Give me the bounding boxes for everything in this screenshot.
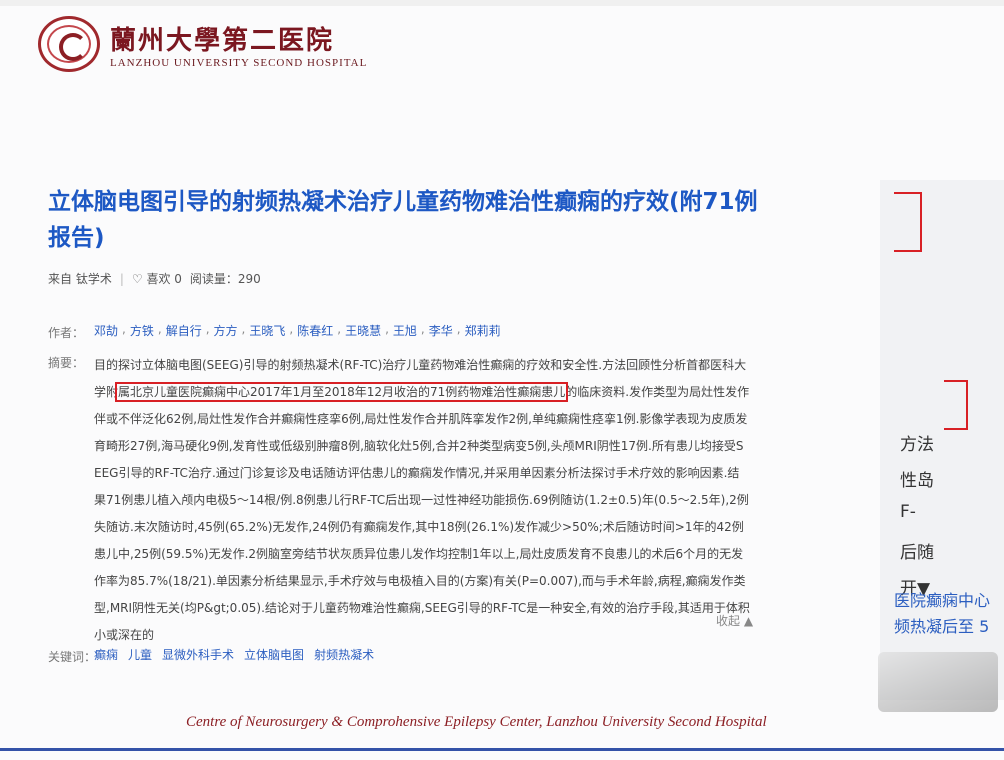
author-link[interactable]: 解自行 xyxy=(166,322,202,339)
side-text: 方法 xyxy=(900,435,934,455)
side-text: 性岛 xyxy=(900,471,934,491)
keyword-link[interactable]: 立体脑电图 xyxy=(244,646,304,663)
author-link[interactable]: 邓劼 xyxy=(94,322,118,339)
author-link[interactable]: 王晓飞 xyxy=(249,322,285,339)
author-link[interactable]: 方铁 xyxy=(130,322,154,339)
logo-english-name: LANZHOU UNIVERSITY SECOND HOSPITAL xyxy=(110,56,368,69)
keyword-link[interactable]: 癫痫 xyxy=(94,646,118,663)
keyword-link[interactable]: 射频热凝术 xyxy=(314,646,374,663)
authors-list: 邓劼, 方铁, 解自行, 方方, 王晓飞, 陈春红, 王晓慧, 王旭, 李华, … xyxy=(94,322,501,339)
slide-footer: Centre of Neurosurgery & Comprohensive E… xyxy=(0,710,1004,740)
slide: 蘭州大學第二医院 LANZHOU UNIVERSITY SECOND HOSPI… xyxy=(0,0,1004,760)
author-link[interactable]: 王旭 xyxy=(393,322,417,339)
keyword-link[interactable]: 显微外科手术 xyxy=(162,646,234,663)
chevron-up-icon: ▲ xyxy=(743,614,754,628)
hospital-seal-icon xyxy=(38,16,100,72)
article-title[interactable]: 立体脑电图引导的射频热凝术治疗儿童药物难治性癫痫的疗效(附71例报告) xyxy=(48,184,768,256)
logo-chinese-name: 蘭州大學第二医院 xyxy=(110,25,335,56)
highlight-box xyxy=(894,192,922,252)
footer-caption: Centre of Neurosurgery & Comprohensive E… xyxy=(186,714,767,730)
highlight-box xyxy=(944,380,968,430)
watermark-image xyxy=(878,652,998,712)
collapse-button[interactable]: 收起 ▲ xyxy=(716,612,753,629)
side-text: F- xyxy=(900,502,916,522)
article-card: 立体脑电图引导的射频热凝术治疗儿童药物难治性癫痫的疗效(附71例报告) 来自 钛… xyxy=(40,170,840,690)
related-link[interactable]: 医院癫痫中心 频热凝后至 5 xyxy=(894,588,1004,640)
abstract-post: 的临床资料.发作类型为局灶性发作伴或不伴泛化62例,局灶性发作合并癫痫性痉挛6例… xyxy=(94,385,750,642)
author-link[interactable]: 方方 xyxy=(214,322,238,339)
article-meta: 来自 钛学术 | ♡ 喜欢 0 阅读量：290 xyxy=(48,270,261,287)
top-bar xyxy=(0,0,1004,6)
author-link[interactable]: 郑莉莉 xyxy=(465,322,501,339)
abstract-highlight: 属北京儿童医院癫痫中心2017年1月至2018年12月收治的71例药物难治性癫痫… xyxy=(115,382,569,402)
keywords-list: 癫痫 儿童 显微外科手术 立体脑电图 射频热凝术 xyxy=(94,646,374,663)
footer-divider xyxy=(0,748,1004,751)
abstract-label: 摘要： xyxy=(48,356,85,370)
author-link[interactable]: 李华 xyxy=(429,322,453,339)
keywords-label: 关键词： xyxy=(48,650,97,664)
hospital-logo: 蘭州大學第二医院 LANZHOU UNIVERSITY SECOND HOSPI… xyxy=(38,16,367,72)
logo-text: 蘭州大學第二医院 LANZHOU UNIVERSITY SECOND HOSPI… xyxy=(110,20,367,69)
article-source[interactable]: 来自 钛学术 xyxy=(48,270,112,287)
keyword-link[interactable]: 儿童 xyxy=(128,646,152,663)
authors-label: 作者： xyxy=(48,326,85,340)
meta-separator: | xyxy=(119,271,124,286)
author-link[interactable]: 陈春红 xyxy=(297,322,333,339)
side-text: 后随 xyxy=(900,543,934,563)
author-link[interactable]: 王晓慧 xyxy=(345,322,381,339)
read-count: 阅读量：290 xyxy=(189,272,261,286)
abstract-text: 目的探讨立体脑电图(SEEG)引导的射频热凝术(RF-TC)治疗儿童药物难治性癫… xyxy=(94,352,750,649)
like-button[interactable]: ♡ 喜欢 0 xyxy=(132,270,182,287)
